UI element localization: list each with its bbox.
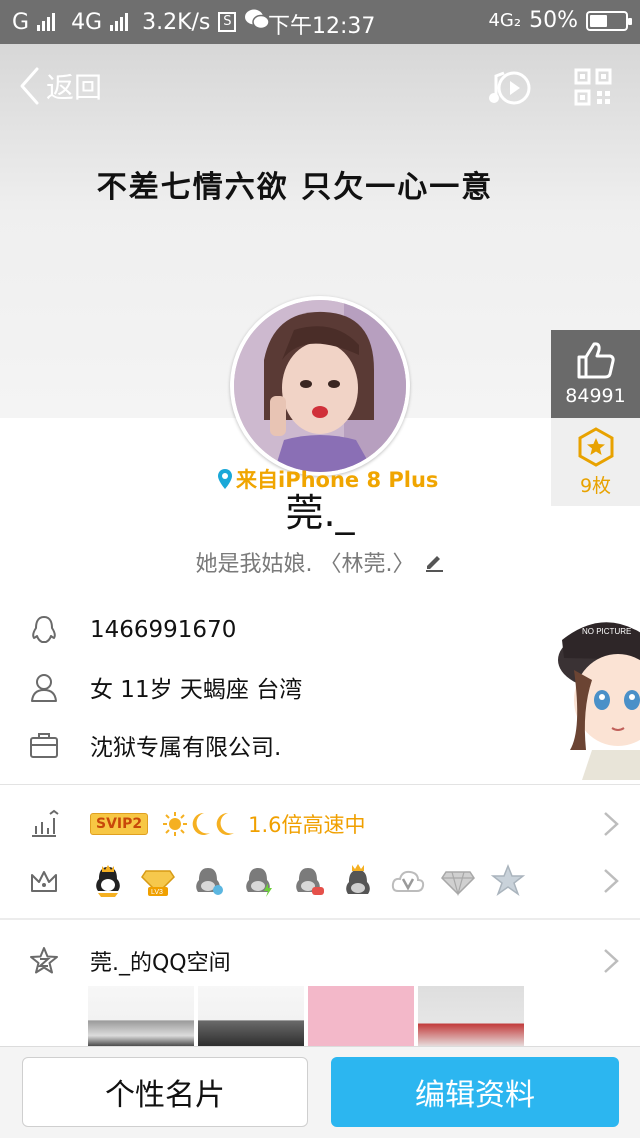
signature[interactable]: 她是我姑娘. 〈林莞.〉: [0, 546, 640, 578]
edit-profile-button[interactable]: 编辑资料: [331, 1057, 619, 1127]
gray-penguin-game-icon: [290, 863, 326, 899]
back-label: 返回: [46, 71, 103, 104]
gray-diamond-icon: [440, 863, 476, 899]
music-play-icon[interactable]: [488, 66, 532, 110]
clock: 下午12:37: [268, 14, 376, 39]
nickname: 莞._: [285, 491, 355, 535]
chevron-left-icon: [20, 67, 39, 105]
cover-motto: 不差七情六欲 只欠一心一意: [96, 170, 494, 205]
signal-icon: [37, 13, 56, 31]
company-row: 沈狱专属有限公司.: [28, 728, 281, 762]
svip-badge: SVIP2: [90, 813, 149, 835]
moon-icon-2: [216, 812, 235, 835]
status-bar: G 4G 3.2K/s S 下午12:37 4G₂ 50%: [0, 0, 640, 44]
thumbs-up-icon: [577, 342, 615, 379]
chevron-right-icon: [604, 812, 619, 836]
qq-gold-penguin-icon: [90, 863, 126, 899]
cloud-vip-icon: [390, 863, 426, 899]
personal-card-button[interactable]: 个性名片: [22, 1057, 308, 1127]
divider: [0, 918, 640, 920]
carrier-label: G: [12, 9, 30, 35]
network-label: 4G: [71, 9, 103, 35]
avatar[interactable]: [230, 296, 410, 476]
crown-icon: [31, 871, 57, 892]
edit-pencil-icon[interactable]: [424, 552, 444, 572]
qzone-photo[interactable]: [418, 986, 524, 1048]
level-icons: [162, 811, 236, 837]
qzone-photo[interactable]: [308, 986, 414, 1048]
personal-info: 女 11岁 天蝎座 台湾: [90, 677, 303, 703]
avatar-photo: [234, 300, 406, 472]
wechat-icon: [244, 8, 271, 36]
vip-speed: 1.6倍高速中: [248, 813, 366, 837]
battery-icon: [586, 10, 632, 31]
personal-info-row: 女 11岁 天蝎座 台湾: [28, 670, 302, 704]
svg-text:NO PICTURE: NO PICTURE: [582, 627, 631, 636]
qq-number-row: 1466991670: [28, 614, 236, 646]
qzone-photo[interactable]: [198, 986, 304, 1048]
qzone-photos[interactable]: [88, 986, 524, 1048]
qq-penguin-icon: [32, 616, 56, 643]
cartoon-sticker: NO PICTURE: [558, 622, 640, 780]
battery-fill: [590, 14, 607, 27]
qzone-row[interactable]: 莞._的QQ空间: [28, 936, 640, 986]
qzone-star-icon: [30, 947, 58, 974]
medal-star-icon: [578, 426, 613, 467]
svg-text:LV3: LV3: [151, 889, 163, 896]
chevron-right-icon: [604, 949, 619, 973]
gray-penguin-lightning-icon: [240, 863, 276, 899]
net-speed: 3.2K/s: [142, 9, 211, 35]
qzone-title: 莞._的QQ空间: [90, 951, 231, 976]
badge-list: LV3: [90, 863, 526, 899]
gray-penguin-icon: [190, 863, 226, 899]
medal-count: 9枚: [579, 474, 612, 497]
qzone-photo[interactable]: [88, 986, 194, 1048]
qq-number: 1466991670: [90, 617, 237, 643]
signal-icon-2: [110, 13, 129, 31]
chevron-right-icon: [604, 869, 619, 893]
company-name: 沈狱专属有限公司.: [90, 735, 282, 761]
gray-star-icon: [490, 863, 526, 899]
like-button[interactable]: 84991: [551, 330, 640, 418]
qr-code-icon[interactable]: [574, 68, 612, 106]
like-count: 84991: [565, 385, 626, 407]
growth-chart-icon: [32, 809, 59, 837]
medal-button[interactable]: 9枚: [551, 418, 640, 506]
network-type: 4G₂: [488, 10, 522, 31]
bottom-action-bar: 个性名片 编辑资料: [0, 1046, 640, 1138]
moon-icon: [192, 812, 211, 835]
briefcase-icon: [30, 733, 58, 758]
person-icon: [31, 674, 57, 702]
vip-row[interactable]: SVIP2 1.6倍高速中: [28, 799, 640, 849]
gray-penguin-crown-icon: [340, 863, 376, 899]
signature-text: 她是我姑娘. 〈林莞.〉: [195, 552, 415, 577]
divider: [0, 784, 640, 785]
battery-percent: 50%: [529, 8, 578, 33]
sim-icon: S: [218, 12, 237, 32]
diamond-lv3-icon: LV3: [140, 863, 176, 899]
sun-icon: [163, 812, 188, 836]
back-button[interactable]: 返回: [18, 66, 102, 106]
badges-row[interactable]: LV3: [28, 856, 640, 906]
